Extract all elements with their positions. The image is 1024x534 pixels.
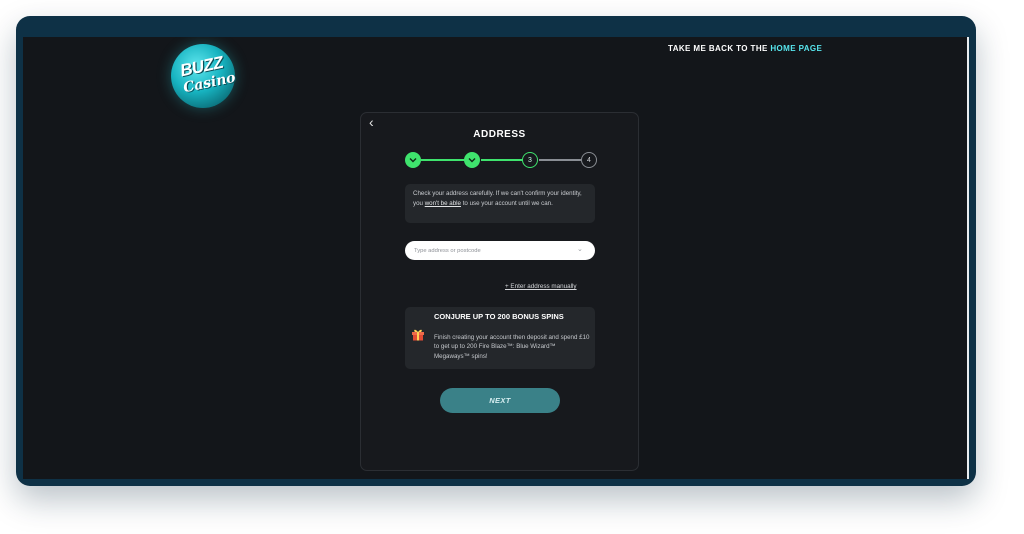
step-4: 4 bbox=[581, 152, 597, 168]
check-icon bbox=[409, 158, 417, 163]
chevron-down-icon[interactable]: ⌄ bbox=[577, 245, 583, 253]
chevron-left-icon[interactable]: ‹ bbox=[369, 114, 374, 130]
gift-icon bbox=[411, 327, 425, 344]
notice-text-end: to use your account until we can. bbox=[460, 199, 553, 207]
bonus-promo-box: CONJURE UP TO 200 BONUS SPINS Finish cre… bbox=[405, 307, 595, 369]
step-2 bbox=[464, 152, 480, 168]
buzz-casino-logo[interactable]: BUZZ Casino bbox=[171, 44, 237, 108]
back-home-text: TAKE ME BACK TO THE bbox=[668, 44, 771, 53]
page-viewport: BUZZ Casino TAKE ME BACK TO THE HOME PAG… bbox=[23, 37, 969, 479]
enter-address-manually-link[interactable]: + Enter address manually bbox=[505, 283, 577, 290]
step-1 bbox=[405, 152, 421, 168]
browser-window: BUZZ Casino TAKE ME BACK TO THE HOME PAG… bbox=[16, 16, 976, 486]
address-form-card: ‹ ADDRESS 3 4 Check your address careful… bbox=[360, 112, 639, 471]
stepper-line-2 bbox=[481, 159, 523, 161]
form-title: ADDRESS bbox=[473, 129, 526, 140]
back-to-home: TAKE ME BACK TO THE HOME PAGE bbox=[668, 44, 822, 53]
stepper-line-3 bbox=[539, 159, 581, 161]
address-search-input[interactable] bbox=[405, 241, 595, 260]
promo-title: CONJURE UP TO 200 BONUS SPINS bbox=[434, 312, 564, 321]
promo-text: Finish creating your account then deposi… bbox=[434, 334, 590, 360]
stepper-line-1 bbox=[421, 159, 465, 161]
progress-stepper: 3 4 bbox=[405, 152, 597, 168]
step-3: 3 bbox=[522, 152, 538, 168]
notice-emphasis: won't be able bbox=[424, 199, 461, 207]
address-notice: Check your address carefully. If we can'… bbox=[405, 184, 595, 223]
check-icon bbox=[468, 158, 476, 163]
home-page-link[interactable]: HOME PAGE bbox=[770, 44, 822, 53]
next-button[interactable]: NEXT bbox=[440, 388, 560, 413]
